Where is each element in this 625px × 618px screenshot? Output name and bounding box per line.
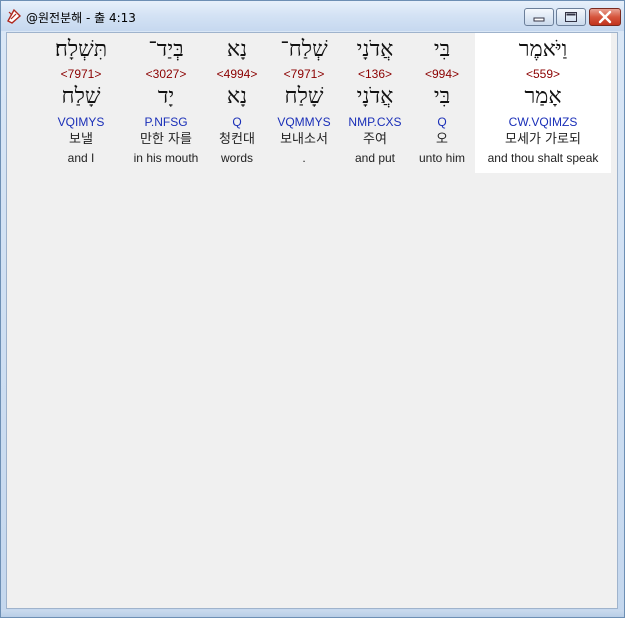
korean-gloss: 모세가 가로되: [505, 132, 581, 147]
korean-gloss: 청컨대: [219, 132, 255, 147]
english-gloss: unto him: [418, 151, 466, 165]
hebrew-word: תִּשְׁלָח׃: [54, 37, 108, 62]
hebrew-word: שְׁלַח־: [280, 37, 328, 62]
english-gloss: .: [302, 151, 306, 165]
word-column-5[interactable]: נָא <4994> נָא Q 청컨대 words: [207, 33, 267, 173]
hebrew-lemma: בִּי: [433, 84, 451, 109]
interlinear-pane[interactable]: וַיֹּאמֶר <559> אָמַר CW.VQIMZS 모세가 가로되 …: [6, 32, 618, 609]
maximize-button[interactable]: [556, 8, 586, 26]
app-icon[interactable]: [6, 8, 22, 24]
parsing-code: NMP.CXS: [348, 115, 402, 129]
english-gloss: in his mouth: [133, 151, 199, 165]
close-icon: [598, 10, 612, 24]
word-column-6[interactable]: בְּיַד־ <3027> יָד P.NFSG 만한 자를 in his m…: [125, 33, 207, 173]
strong-number[interactable]: <7971>: [267, 67, 341, 81]
parsing-code: Q: [437, 115, 447, 129]
hebrew-word: וַיֹּאמֶר: [518, 37, 568, 62]
english-gloss: words: [220, 151, 253, 165]
korean-gloss: 주여: [363, 132, 387, 147]
parsing-code: CW.VQIMZS: [508, 115, 578, 129]
parsing-code: P.NFSG: [144, 115, 188, 129]
strong-number[interactable]: <136>: [341, 67, 409, 81]
word-column-3[interactable]: אֲדֹנָי <136> אֲדֹנָי NMP.CXS 주여 and put: [341, 33, 409, 173]
parsing-code: VQMMYS: [277, 115, 331, 129]
korean-gloss: 보낼: [69, 132, 93, 147]
strong-number[interactable]: <4994>: [207, 67, 267, 81]
korean-gloss: 오: [436, 132, 448, 147]
strong-number[interactable]: <994>: [409, 67, 475, 81]
english-gloss: and thou shalt speak: [487, 151, 599, 165]
hebrew-word: בִּי: [433, 37, 451, 62]
hebrew-lemma: אָמַר: [524, 84, 562, 109]
strong-number[interactable]: <7971>: [45, 67, 117, 81]
parsing-code: Q: [232, 115, 242, 129]
word-column-7[interactable]: תִּשְׁלָח׃ <7971> שָׁלַח VQIMYS 보낼 and I: [45, 33, 117, 173]
hebrew-lemma: אֲדֹנָי: [356, 84, 394, 109]
hebrew-word: אֲדֹנָי: [356, 37, 394, 62]
korean-gloss: 만한 자를: [140, 132, 192, 147]
word-column-1[interactable]: וַיֹּאמֶר <559> אָמַר CW.VQIMZS 모세가 가로되 …: [475, 33, 611, 173]
english-gloss: and put: [354, 151, 396, 165]
maximize-icon: [565, 12, 577, 22]
close-button[interactable]: [589, 8, 621, 26]
strong-number[interactable]: <559>: [475, 67, 611, 81]
hebrew-lemma: יָד: [157, 84, 175, 109]
minimize-icon: [533, 17, 545, 22]
korean-gloss: 보내소서: [280, 132, 328, 147]
hebrew-lemma: נָא: [226, 84, 248, 109]
parsing-code: VQIMYS: [57, 115, 105, 129]
hebrew-word: בְּיַד־: [148, 37, 184, 62]
app-window: @원전분해 - 출 4:13 וַיֹּאמֶר <559> אָמַר CW.…: [0, 0, 625, 618]
hebrew-word: נָא: [226, 37, 248, 62]
hebrew-lemma: שָׁלַח: [284, 84, 324, 109]
window-title: @원전분해 - 출 4:13: [26, 11, 136, 25]
window-bottom-border: [1, 610, 624, 617]
hebrew-lemma: שָׁלַח: [61, 84, 101, 109]
english-gloss: and I: [67, 151, 95, 165]
word-column-2[interactable]: בִּי <994> בִּי Q 오 unto him: [409, 33, 475, 173]
strong-number[interactable]: <3027>: [125, 67, 207, 81]
title-bar[interactable]: @원전분해 - 출 4:13: [1, 1, 624, 31]
word-column-4[interactable]: שְׁלַח־ <7971> שָׁלַח VQMMYS 보내소서 .: [267, 33, 341, 173]
minimize-button[interactable]: [524, 8, 554, 26]
